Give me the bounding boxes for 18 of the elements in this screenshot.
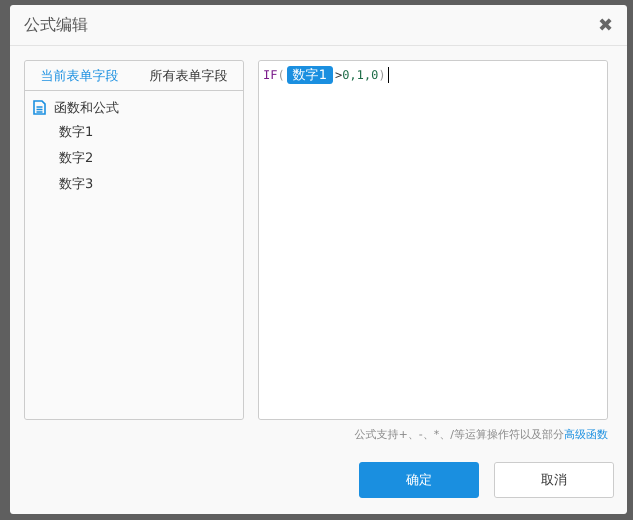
formula-editor[interactable]: IF( 数字1 >0,1,0) (258, 60, 608, 420)
document-icon (33, 100, 46, 115)
arguments: 0,1,0 (342, 68, 378, 82)
field-item[interactable]: 数字2 (25, 146, 243, 172)
dialog-title: 公式编辑 (24, 14, 88, 36)
parenthesis: ( (277, 68, 285, 82)
function-name: IF (263, 68, 278, 82)
tree-folder[interactable]: 函数和公式 (54, 98, 119, 116)
field-item[interactable]: 数字1 (25, 120, 243, 146)
field-item[interactable]: 数字3 (25, 172, 243, 198)
parenthesis: ) (378, 68, 386, 82)
cancel-button[interactable]: 取消 (494, 462, 614, 498)
close-button[interactable]: ✖ (598, 14, 613, 36)
hint-text: 公式支持+、-、*、/等运算操作符以及部分 (354, 427, 564, 442)
operator: > (334, 68, 342, 82)
field-tab[interactable]: 所有表单字段 (150, 66, 228, 84)
text-cursor (388, 67, 389, 83)
field-chip: 数字1 (286, 66, 333, 84)
